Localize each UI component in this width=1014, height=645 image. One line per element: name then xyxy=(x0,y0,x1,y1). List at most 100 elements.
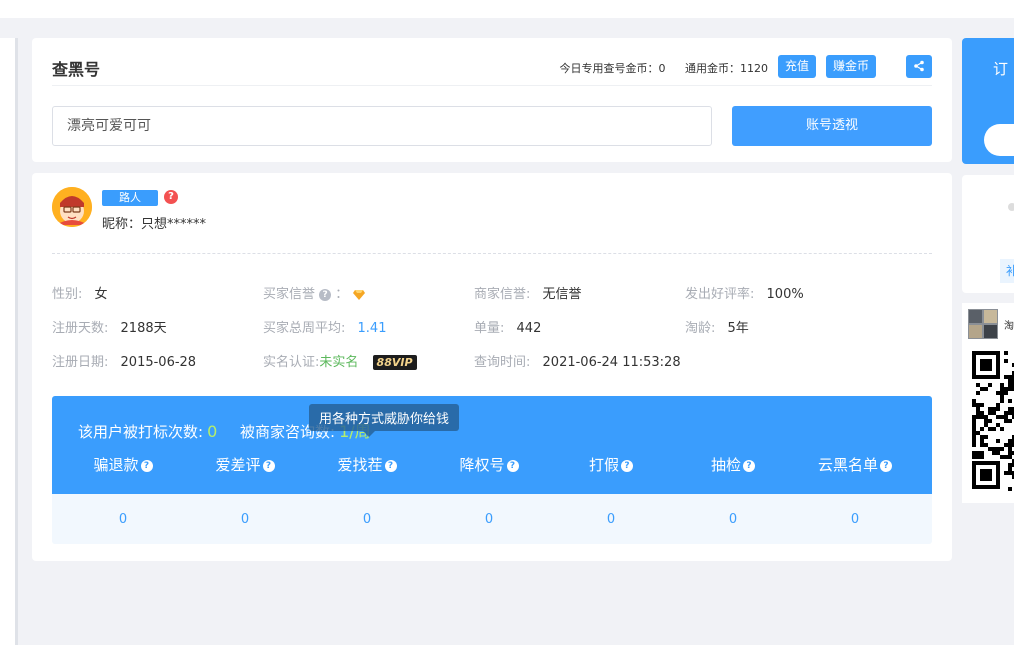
diamond-icon xyxy=(353,289,366,300)
column-header[interactable]: 降权号? xyxy=(429,454,549,475)
marked-label: 该用户被打标次数: xyxy=(78,423,204,441)
help-icon[interactable]: ? xyxy=(506,459,519,472)
buyer-credit-field: 买家信誉 ? ： xyxy=(263,283,366,302)
realname-value: 未实名 xyxy=(319,355,359,370)
order-side-label: 订 xyxy=(993,60,1009,78)
buyer-credit-label: 买家信誉 xyxy=(263,287,316,302)
recharge-button[interactable]: 充值 xyxy=(778,55,816,78)
gender-label: 性别: xyxy=(52,287,83,302)
info-side-panel: 补 xyxy=(962,175,1014,293)
help-icon[interactable]: ? xyxy=(319,288,332,301)
weekly-avg-label: 买家总周平均: xyxy=(263,321,346,336)
search-header: 查黑号 今日专用查号金币：0 通用金币：1120 充值 赚金币 xyxy=(52,38,932,86)
query-time-value: 2021-06-24 11:53:28 xyxy=(542,355,681,370)
general-coins-value: 1120 xyxy=(740,62,768,75)
profile-card: 路人 ? 昵称：只想****** 性别: 女 买家信誉 ? ： 商家信誉: 无信… xyxy=(32,173,952,561)
taobao-age-value: 5年 xyxy=(727,321,749,336)
marked-value: 0 xyxy=(207,422,218,441)
qr-side-panel: 淘 xyxy=(962,303,1014,503)
column-value: 0 xyxy=(240,512,250,527)
merchant-credit-label: 商家信誉: xyxy=(474,287,531,302)
vip-badge: 88VIP xyxy=(372,355,417,370)
column-value: 0 xyxy=(606,512,616,527)
good-rate-label: 发出好评率: xyxy=(685,287,755,302)
avatar xyxy=(52,187,92,227)
general-coins-label: 通用金币： xyxy=(685,62,740,75)
gender-value: 女 xyxy=(94,287,108,302)
risk-stats-header: 该用户被打标次数: 0 被商家咨询数: 1/周 用各种方式威胁你给钱 骗退款? 爱差… xyxy=(52,396,932,494)
search-card: 查黑号 今日专用查号金币：0 通用金币：1120 充值 赚金币 漂亮可爱可可 账… xyxy=(32,38,952,162)
taobao-age-field: 淘龄: 5年 xyxy=(685,317,749,336)
weekly-avg-field: 买家总周平均: 1.41 xyxy=(263,317,386,336)
realname-label: 实名认证: xyxy=(263,355,320,370)
merchant-credit-field: 商家信誉: 无信誉 xyxy=(474,283,582,302)
earn-coins-button[interactable]: 赚金币 xyxy=(826,55,876,78)
gender-field: 性别: 女 xyxy=(52,283,108,302)
taobao-age-label: 淘龄: xyxy=(685,321,716,336)
column-header[interactable]: 云黑名单? xyxy=(795,454,915,475)
query-time-label: 查询时间: xyxy=(474,355,531,370)
column-header[interactable]: 骗退款? xyxy=(63,454,183,475)
buyer-credit-separator: ： xyxy=(335,287,349,302)
column-label: 爱找茬 xyxy=(337,456,383,474)
account-search-input[interactable]: 漂亮可爱可可 xyxy=(52,106,712,146)
divider xyxy=(52,253,932,254)
help-icon[interactable]: ? xyxy=(743,459,755,472)
tooltip: 用各种方式威胁你给钱 xyxy=(309,404,460,437)
share-button[interactable] xyxy=(906,55,932,78)
order-count-value: 442 xyxy=(516,321,542,336)
qr-code-image[interactable] xyxy=(972,351,1014,491)
qr-side-label: 淘 xyxy=(1004,321,1014,332)
column-header[interactable]: 抽检? xyxy=(673,454,793,475)
column-label: 骗退款 xyxy=(93,456,139,474)
good-rate-value: 100% xyxy=(766,287,804,302)
side-dot xyxy=(1008,203,1014,211)
reg-days-label: 注册天数: xyxy=(52,321,109,336)
order-side-button[interactable] xyxy=(984,124,1014,156)
user-level-tag: 路人 xyxy=(102,190,158,206)
column-value: 0 xyxy=(484,512,494,527)
good-rate-field: 发出好评率: 100% xyxy=(685,283,804,302)
share-icon xyxy=(914,60,924,72)
order-side-panel: 订 xyxy=(962,38,1014,164)
side-tag[interactable]: 补 xyxy=(1000,259,1014,283)
top-bar xyxy=(0,0,1014,18)
merchant-credit-value: 无信誉 xyxy=(542,287,582,302)
column-value: 0 xyxy=(850,512,860,527)
query-time-field: 查询时间: 2021-06-24 11:53:28 xyxy=(474,351,681,370)
column-header[interactable]: 爱差评? xyxy=(185,454,305,475)
reg-date-field: 注册日期: 2015-06-28 xyxy=(52,351,196,370)
risk-stats-panel: 该用户被打标次数: 0 被商家咨询数: 1/周 用各种方式威胁你给钱 骗退款? 爱差… xyxy=(52,396,932,544)
order-count-label: 单量: xyxy=(474,321,505,336)
column-label: 爱差评 xyxy=(215,456,261,474)
account-inspect-button[interactable]: 账号透视 xyxy=(732,106,932,146)
help-icon[interactable]: ? xyxy=(384,459,397,472)
column-label: 抽检 xyxy=(710,456,741,474)
coin-balance: 今日专用查号金币：0 通用金币：1120 xyxy=(560,60,769,76)
left-sidebar-edge xyxy=(0,38,18,645)
column-value: 0 xyxy=(118,512,128,527)
column-label: 打假 xyxy=(588,456,619,474)
reg-days-value: 2188天 xyxy=(120,321,167,336)
thumbnail-image xyxy=(968,309,998,339)
column-header[interactable]: 爱找茬? xyxy=(307,454,427,475)
help-icon[interactable]: ? xyxy=(880,459,892,472)
column-value: 0 xyxy=(362,512,372,527)
help-icon[interactable]: ? xyxy=(621,459,633,472)
nickname: 昵称：只想****** xyxy=(102,217,207,232)
weekly-avg-value: 1.41 xyxy=(357,321,387,336)
realname-field: 实名认证:未实名 88VIP xyxy=(263,351,417,370)
help-icon[interactable]: ? xyxy=(262,459,275,472)
page-title: 查黑号 xyxy=(52,60,101,79)
daily-coins-label: 今日专用查号金币： xyxy=(559,62,659,75)
column-label: 降权号 xyxy=(459,456,505,474)
avatar-image xyxy=(52,187,92,227)
help-icon[interactable]: ? xyxy=(164,190,178,204)
column-value: 0 xyxy=(728,512,738,527)
reg-date-value: 2015-06-28 xyxy=(120,355,197,370)
reg-date-label: 注册日期: xyxy=(52,355,109,370)
order-count-field: 单量: 442 xyxy=(474,317,541,336)
column-header[interactable]: 打假? xyxy=(551,454,671,475)
daily-coins-value: 0 xyxy=(658,62,666,75)
help-icon[interactable]: ? xyxy=(140,459,153,472)
